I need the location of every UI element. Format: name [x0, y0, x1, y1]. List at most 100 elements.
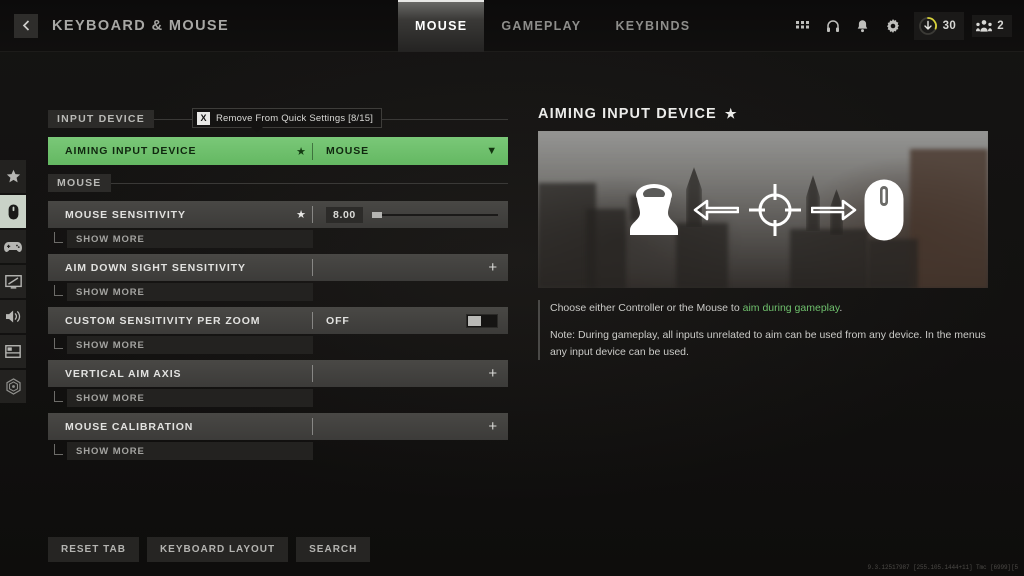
sidebar-item-controller[interactable]: [0, 230, 26, 263]
level-chip[interactable]: 30: [913, 12, 965, 40]
arrow-left-icon: [693, 199, 739, 220]
speaker-icon: [5, 310, 20, 323]
detail-title: AIMING INPUT DEVICE: [538, 106, 717, 122]
setting-name: VERTICAL AIM AXIS: [65, 367, 182, 380]
sensitivity-slider[interactable]: [371, 210, 498, 220]
show-more-label: SHOW MORE: [67, 283, 313, 301]
section-label: MOUSE: [48, 174, 111, 192]
back-button[interactable]: [14, 13, 38, 38]
setting-row-aim-down-sight-sensitivity[interactable]: AIM DOWN SIGHT SENSITIVITY +: [48, 254, 508, 281]
setting-name: CUSTOM SENSITIVITY PER ZOOM: [65, 314, 261, 327]
tab-gameplay[interactable]: GAMEPLAY: [484, 0, 598, 52]
section-label: INPUT DEVICE: [48, 110, 154, 128]
setting-value-area[interactable]: 8.00: [313, 206, 508, 223]
sidebar-item-graphics[interactable]: [0, 265, 26, 298]
show-more-label: SHOW MORE: [67, 442, 313, 460]
show-more-custom-sensitivity-per-zoom[interactable]: SHOW MORE: [48, 336, 508, 354]
show-more-vertical-aim-axis[interactable]: SHOW MORE: [48, 389, 508, 407]
setting-row-mouse-calibration[interactable]: MOUSE CALIBRATION +: [48, 413, 508, 440]
tree-elbow-icon: [54, 231, 63, 243]
gear-icon[interactable]: [880, 13, 906, 39]
favorite-star-icon[interactable]: ★: [290, 145, 312, 158]
tree-elbow-icon: [54, 284, 63, 296]
setting-value-area[interactable]: +: [313, 260, 508, 275]
chevron-down-icon[interactable]: ▼: [486, 145, 498, 157]
expand-plus-icon[interactable]: +: [488, 419, 498, 434]
sidebar-item-audio[interactable]: [0, 300, 26, 333]
search-button[interactable]: SEARCH: [296, 537, 371, 562]
tree-elbow-icon: [54, 390, 63, 402]
preview-image: [538, 131, 988, 288]
show-more-aim-down-sight-sensitivity[interactable]: SHOW MORE: [48, 283, 508, 301]
build-version-text: 9.3.12517987 [255.105.1444+11] Tmc [6999…: [867, 564, 1018, 571]
toggle-knob: [468, 315, 481, 326]
sidebar-item-keyboard-mouse[interactable]: [0, 195, 26, 228]
bell-icon[interactable]: [850, 13, 876, 39]
level-down-arrow-icon: [918, 16, 938, 36]
description-highlight: aim during gameplay: [742, 302, 840, 314]
detail-title-row: AIMING INPUT DEVICE ★: [538, 106, 988, 122]
interface-icon: [5, 345, 21, 358]
setting-name: AIM DOWN SIGHT SENSITIVITY: [65, 261, 246, 274]
accessibility-icon: [5, 378, 21, 395]
sensitivity-value[interactable]: 8.00: [326, 206, 363, 223]
show-more-label: SHOW MORE: [67, 230, 313, 248]
gamepad-icon: [4, 241, 22, 252]
setting-row-mouse-sensitivity[interactable]: MOUSE SENSITIVITY ★ 8.00: [48, 201, 508, 228]
key-badge-x: X: [197, 111, 210, 125]
description-line-2: Note: During gameplay, all inputs unrela…: [550, 329, 986, 358]
setting-row-aiming-input-device[interactable]: AIMING INPUT DEVICE ★ MOUSE ▼: [48, 137, 508, 165]
section-rule: [110, 182, 508, 184]
setting-value: OFF: [326, 314, 350, 327]
setting-value-area[interactable]: +: [313, 366, 508, 381]
tab-keybinds[interactable]: KEYBINDS: [598, 0, 707, 52]
toggle-switch[interactable]: [466, 313, 498, 328]
party-chip[interactable]: 2: [972, 15, 1012, 37]
headset-icon[interactable]: [820, 13, 846, 39]
description-line-1: Choose either Controller or the Mouse to…: [550, 300, 988, 316]
reset-tab-button[interactable]: RESET TAB: [48, 537, 139, 562]
setting-value-area[interactable]: +: [313, 419, 508, 434]
expand-plus-icon[interactable]: +: [488, 260, 498, 275]
setting-row-vertical-aim-axis[interactable]: VERTICAL AIM AXIS +: [48, 360, 508, 387]
display-icon: [4, 274, 22, 289]
tab-bar: MOUSE GAMEPLAY KEYBINDS: [398, 0, 707, 52]
analog-stick-icon: [630, 183, 678, 235]
setting-row-custom-sensitivity-per-zoom[interactable]: CUSTOM SENSITIVITY PER ZOOM OFF: [48, 307, 508, 334]
keyboard-layout-button[interactable]: KEYBOARD LAYOUT: [146, 537, 289, 562]
setting-name: MOUSE SENSITIVITY: [65, 208, 186, 221]
detail-description: Choose either Controller or the Mouse to…: [538, 300, 988, 360]
footer-buttons: RESET TAB KEYBOARD LAYOUT SEARCH: [48, 537, 371, 562]
tooltip-text: Remove From Quick Settings [8/15]: [216, 112, 374, 124]
tab-mouse[interactable]: MOUSE: [398, 0, 485, 52]
tree-elbow-icon: [54, 337, 63, 349]
top-bar: KEYBOARD & MOUSE MOUSE GAMEPLAY KEYBINDS: [0, 0, 1024, 52]
category-rail: [0, 160, 26, 403]
favorite-star-icon[interactable]: ★: [290, 208, 312, 221]
sidebar-item-accessibility[interactable]: [0, 370, 26, 403]
star-icon: ★: [724, 106, 738, 121]
setting-name: AIMING INPUT DEVICE: [65, 145, 197, 157]
setting-value-area[interactable]: MOUSE ▼: [313, 145, 508, 157]
sidebar-item-interface[interactable]: [0, 335, 26, 368]
party-count: 2: [997, 20, 1004, 32]
slider-track: [371, 213, 498, 216]
mouse-icon: [864, 179, 904, 240]
show-more-mouse-sensitivity[interactable]: SHOW MORE: [48, 230, 508, 248]
level-value: 30: [942, 20, 957, 32]
mouse-icon: [8, 203, 18, 220]
grid-icon[interactable]: [790, 13, 816, 39]
show-more-mouse-calibration[interactable]: SHOW MORE: [48, 442, 508, 460]
expand-plus-icon[interactable]: +: [488, 366, 498, 381]
sidebar-item-favorites[interactable]: [0, 160, 26, 193]
description-pre: Choose either Controller or the Mouse to: [550, 302, 743, 314]
preview-icon-row: [538, 131, 988, 288]
detail-panel: AIMING INPUT DEVICE ★ Choose either Cont…: [538, 106, 988, 360]
description-post: .: [839, 302, 843, 314]
settings-list: INPUT DEVICE AIMING INPUT DEVICE ★ MOUSE…: [48, 110, 508, 466]
chevron-left-icon: [22, 20, 30, 31]
party-members-icon: [976, 20, 993, 32]
setting-value-area[interactable]: OFF: [313, 313, 508, 328]
crosshair-icon: [749, 183, 801, 236]
system-icons: 30 2: [790, 0, 1012, 52]
